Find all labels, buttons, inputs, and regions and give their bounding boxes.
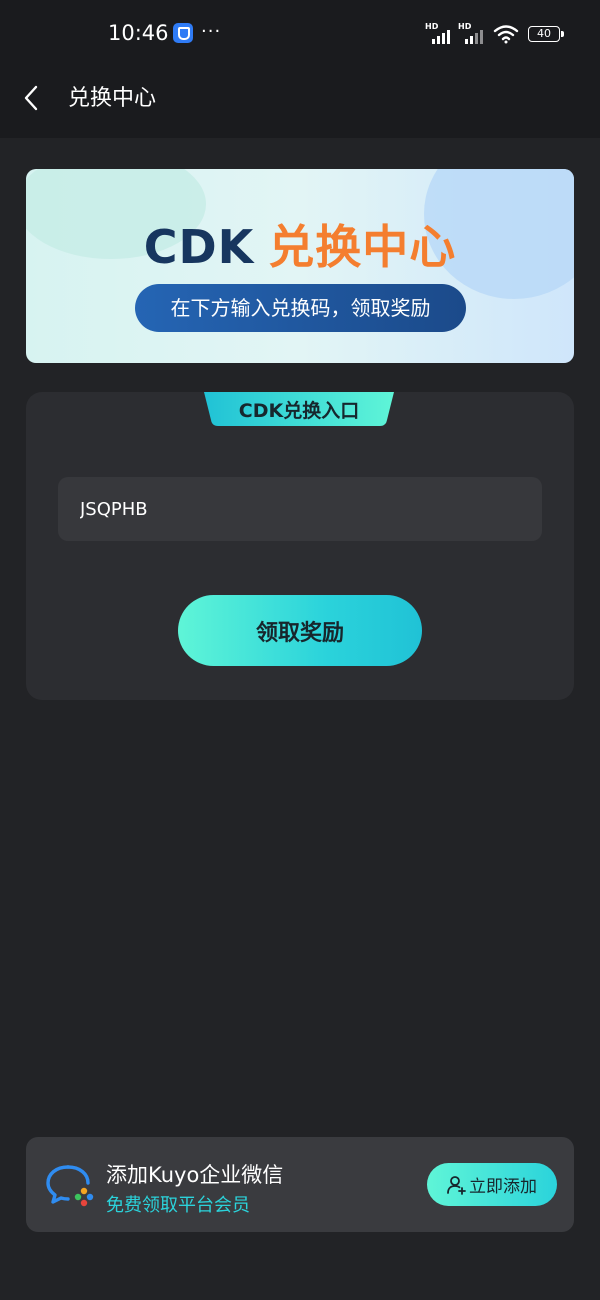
add-now-button[interactable]: 立即添加 <box>427 1163 557 1206</box>
wecom-icon <box>46 1165 94 1207</box>
card-tab: CDK兑换入口 <box>204 392 394 426</box>
add-user-icon <box>447 1175 466 1195</box>
banner-subtitle: 在下方输入兑换码，领取奖励 <box>135 284 466 332</box>
status-time: 10:46 <box>108 21 169 45</box>
status-bar: 10:46 ··· HD HD 40 <box>0 0 600 68</box>
add-now-label: 立即添加 <box>469 1177 537 1197</box>
battery-icon: 40 <box>528 26 564 42</box>
promo-subtitle: 免费领取平台会员 <box>106 1195 250 1216</box>
cdk-code-input[interactable] <box>58 477 542 541</box>
chevron-left-icon <box>24 85 38 111</box>
promo-title: 添加Kuyo企业微信 <box>106 1163 284 1187</box>
banner-title-prefix: CDK <box>143 220 255 274</box>
signal-icon-2: HD <box>458 22 486 44</box>
banner-title-main: 兑换中心 <box>268 220 457 274</box>
back-button[interactable] <box>14 80 50 116</box>
redeem-card: CDK兑换入口 领取奖励 <box>26 392 574 700</box>
app-header: 兑换中心 <box>0 68 600 138</box>
claim-reward-button[interactable]: 领取奖励 <box>178 595 422 666</box>
page-title: 兑换中心 <box>68 86 157 111</box>
app-notification-icon <box>173 23 193 43</box>
wecom-promo-bar: 添加Kuyo企业微信 免费领取平台会员 立即添加 <box>26 1137 574 1232</box>
more-notifications-icon: ··· <box>201 21 222 42</box>
banner-title: CDK 兑换中心 <box>26 211 574 277</box>
wifi-icon <box>493 25 519 44</box>
card-tab-label: CDK兑换入口 <box>238 400 360 422</box>
cdk-banner: CDK 兑换中心 在下方输入兑换码，领取奖励 <box>26 169 574 363</box>
signal-icon-1: HD <box>425 22 453 44</box>
